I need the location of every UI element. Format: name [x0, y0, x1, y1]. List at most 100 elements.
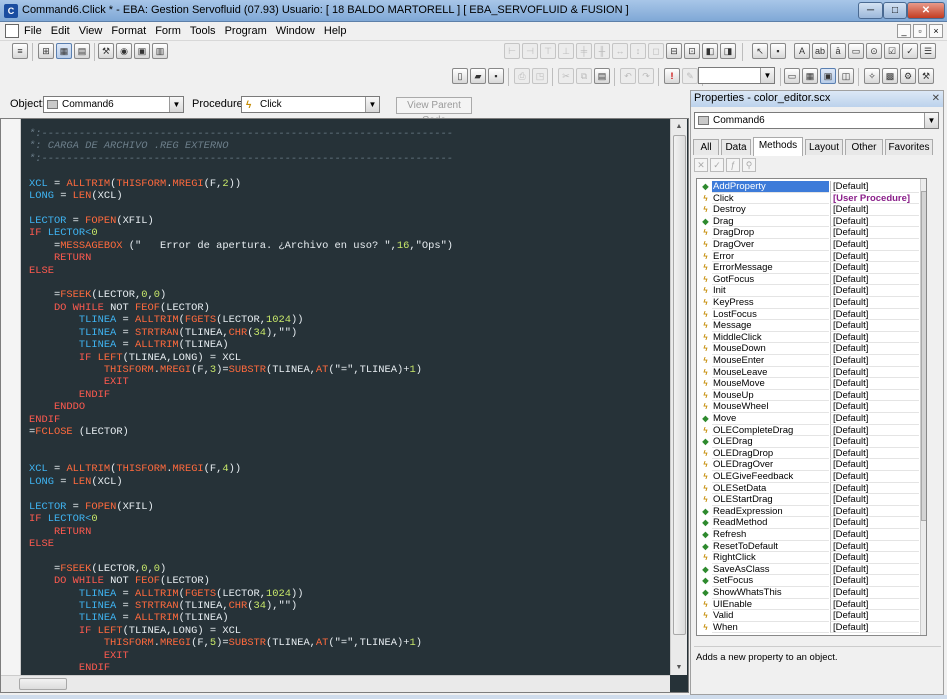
data-environment-icon[interactable]: ⊞ [38, 43, 54, 59]
code-references-icon[interactable]: ◫ [838, 68, 854, 84]
method-row-drag[interactable]: ◆ Drag [Default] [697, 215, 919, 228]
method-row-readexpression[interactable]: ◆ ReadExpression [Default] [697, 505, 919, 518]
editor-vertical-scrollbar[interactable]: ▲ ▼ [670, 119, 687, 675]
method-value[interactable]: [Default] [830, 471, 919, 483]
properties-icon[interactable]: ▣ [820, 68, 836, 84]
method-value[interactable]: [Default] [830, 598, 919, 611]
mdi-close-icon[interactable]: × [929, 24, 943, 38]
method-row-oledragover[interactable]: ϟ OLEDragOver [Default] [697, 459, 919, 471]
method-row-resettodefault[interactable]: ◆ ResetToDefault [Default] [697, 540, 919, 553]
print-icon[interactable]: ⎙ [514, 68, 530, 84]
method-value[interactable]: [Default] [830, 273, 919, 286]
zoom-icon[interactable]: ⚲ [742, 158, 756, 172]
database-combo[interactable]: ▼ [698, 67, 775, 84]
document-icon[interactable] [5, 24, 19, 38]
method-row-click[interactable]: ϟ Click [User Procedure] [697, 192, 919, 205]
method-row-olecompletedrag[interactable]: ϟ OLECompleteDrag [Default] [697, 424, 919, 437]
method-row-mousewheel[interactable]: ϟ MouseWheel [Default] [697, 401, 919, 413]
method-value[interactable]: [Default] [830, 355, 919, 367]
method-value[interactable]: [Default] [830, 297, 919, 309]
print-preview-icon[interactable]: ◳ [532, 68, 548, 84]
code-text[interactable]: *:--------------------------------------… [29, 128, 669, 673]
bring-to-front-icon[interactable]: ◧ [702, 43, 718, 59]
mdi-minimize-icon[interactable]: _ [897, 24, 911, 38]
new-file-icon[interactable]: ▯ [452, 68, 468, 84]
scrollbar-thumb[interactable] [921, 191, 926, 521]
cancel-icon[interactable]: ✕ [694, 158, 708, 172]
form-builder-icon[interactable]: ▥ [152, 43, 168, 59]
method-row-move[interactable]: ◆ Move [Default] [697, 413, 919, 425]
method-row-saveasclass[interactable]: ◆ SaveAsClass [Default] [697, 563, 919, 576]
method-value[interactable]: [Default] [830, 378, 919, 390]
method-row-readmethod[interactable]: ◆ ReadMethod [Default] [697, 517, 919, 529]
method-row-message[interactable]: ϟ Message [Default] [697, 320, 919, 332]
method-row-uienable[interactable]: ϟ UIEnable [Default] [697, 598, 919, 611]
method-value[interactable]: [Default] [830, 401, 919, 413]
view-classes-icon[interactable]: ▪ [770, 43, 786, 59]
method-value[interactable]: [Default] [830, 482, 919, 495]
method-value[interactable]: [Default] [830, 204, 919, 216]
method-row-setfocus[interactable]: ◆ SetFocus [Default] [697, 575, 919, 587]
select-objects-icon[interactable]: ↖ [752, 43, 768, 59]
method-value[interactable]: [Default] [830, 215, 919, 228]
maximize-button[interactable]: □ [883, 2, 907, 19]
align-right-icon[interactable]: ⊣ [522, 43, 538, 59]
method-value[interactable]: [Default] [830, 621, 919, 634]
align-top-icon[interactable]: ⊤ [540, 43, 556, 59]
method-value[interactable]: [Default] [830, 505, 919, 518]
align-left-icon[interactable]: ⊢ [504, 43, 520, 59]
method-value[interactable]: [Default] [830, 308, 919, 321]
wizard-icon[interactable]: ⚙ [900, 68, 916, 84]
method-value[interactable]: [Default] [830, 552, 919, 564]
method-value[interactable]: [Default] [830, 540, 919, 553]
layout-toolbar-icon[interactable]: ▣ [134, 43, 150, 59]
task-pane-icon[interactable]: ▩ [882, 68, 898, 84]
method-value[interactable]: [Default] [830, 389, 919, 402]
toolbox-icon[interactable]: ✧ [864, 68, 880, 84]
method-row-destroy[interactable]: ϟ Destroy [Default] [697, 204, 919, 216]
method-row-dragover[interactable]: ϟ DragOver [Default] [697, 239, 919, 251]
method-value[interactable]: [Default] [830, 459, 919, 471]
method-value[interactable]: [User Procedure] [830, 192, 919, 205]
method-row-showwhatsthis[interactable]: ◆ ShowWhatsThis [Default] [697, 587, 919, 599]
method-row-dragdrop[interactable]: ϟ DragDrop [Default] [697, 227, 919, 239]
method-row-gotfocus[interactable]: ϟ GotFocus [Default] [697, 273, 919, 286]
method-row-when[interactable]: ϟ When [Default] [697, 621, 919, 634]
method-row-oledragdrop[interactable]: ϟ OLEDragDrop [Default] [697, 447, 919, 460]
undo-icon[interactable]: ↶ [620, 68, 636, 84]
menu-window[interactable]: Window [276, 25, 322, 37]
menu-help[interactable]: Help [324, 25, 354, 37]
method-row-keypress[interactable]: ϟ KeyPress [Default] [697, 297, 919, 309]
methods-list[interactable]: ◆ AddProperty [Default] ϟ Click [User Procedu… [696, 178, 927, 636]
same-size-icon[interactable]: ◻ [648, 43, 664, 59]
scroll-down-icon[interactable]: ▼ [671, 660, 687, 675]
align-hcenter-icon[interactable]: ╫ [594, 43, 610, 59]
run-icon[interactable]: ! [664, 68, 680, 84]
method-row-mousedown[interactable]: ϟ MouseDown [Default] [697, 343, 919, 355]
function-icon[interactable]: ƒ [726, 158, 740, 172]
method-row-olestartdrag[interactable]: ϟ OLEStartDrag [Default] [697, 494, 919, 506]
menu-view[interactable]: View [79, 25, 110, 37]
procedure-combo[interactable]: ϟ Click ▼ [241, 96, 380, 113]
tab-all[interactable]: All [693, 139, 719, 155]
close-button[interactable]: ✕ [907, 2, 945, 19]
method-value[interactable]: [Default] [830, 285, 919, 297]
method-value[interactable]: [Default] [830, 331, 919, 344]
center-horizontal-icon[interactable]: ⊟ [666, 43, 682, 59]
method-row-errormessage[interactable]: ϟ ErrorMessage [Default] [697, 262, 919, 274]
view-parent-code-button[interactable]: View Parent Code [396, 97, 472, 126]
form-controls-toolbar-icon[interactable]: ⚒ [98, 43, 114, 59]
method-row-valid[interactable]: ϟ Valid [Default] [697, 610, 919, 622]
tab-other[interactable]: Other [845, 139, 883, 155]
redo-icon[interactable]: ↷ [638, 68, 654, 84]
method-value[interactable]: [Default] [830, 575, 919, 587]
method-value[interactable]: [Default] [830, 587, 919, 599]
close-icon[interactable]: ✕ [932, 93, 940, 104]
method-row-mouseup[interactable]: ϟ MouseUp [Default] [697, 389, 919, 402]
method-row-olegivefeedback[interactable]: ϟ OLEGiveFeedback [Default] [697, 471, 919, 483]
option-group-tool-icon[interactable]: ⊙ [866, 43, 882, 59]
code-window-icon[interactable]: ▤ [74, 43, 90, 59]
combobox-tool-icon[interactable]: ☰ [920, 43, 936, 59]
menu-format[interactable]: Format [111, 25, 153, 37]
menu-edit[interactable]: Edit [51, 25, 77, 37]
